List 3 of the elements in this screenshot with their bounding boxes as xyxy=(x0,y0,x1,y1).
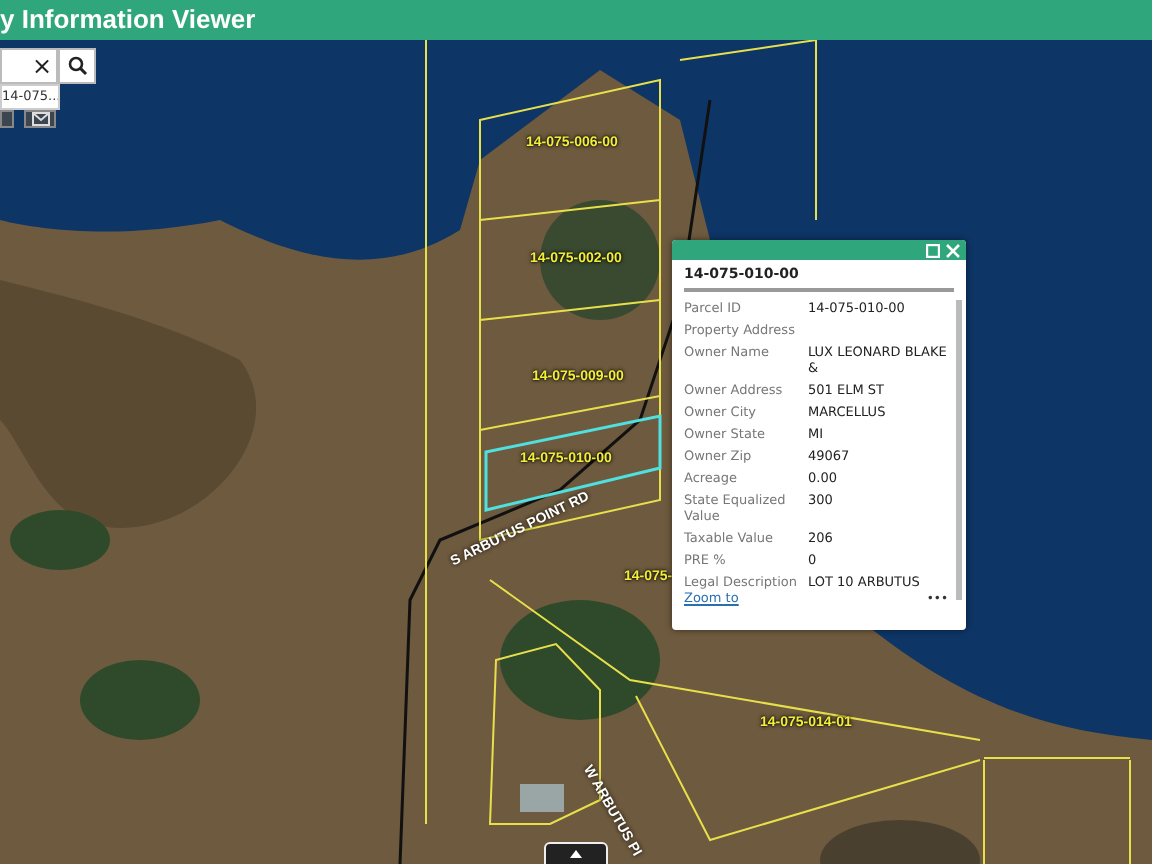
search-field[interactable]: × xyxy=(0,48,58,84)
clear-button[interactable]: × xyxy=(31,52,56,80)
app-title: y Information Viewer xyxy=(0,4,256,36)
